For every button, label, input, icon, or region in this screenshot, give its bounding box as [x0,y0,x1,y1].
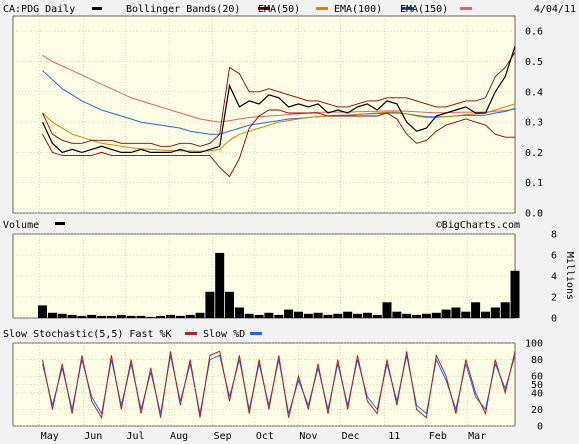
d-legend-swatch [250,332,262,335]
volume-bar [215,252,225,318]
volume-bar [77,315,87,318]
volume-bar [451,307,461,318]
volume-bar [57,313,67,318]
volume-bar [362,312,372,319]
y-tick-label: 8 [551,230,557,241]
volume-bar [441,309,451,318]
x-tick-label: 11 [388,431,400,442]
stock-chart: 0.00.10.20.30.40.50.6 CA:PDG Daily Bolli… [0,0,579,444]
volume-bar [303,313,313,318]
y-tick-label: 0.3 [525,118,543,129]
volume-bar [353,313,362,318]
volume-bar [284,309,294,318]
volume-bar [294,311,303,318]
volume-bar [372,314,382,318]
y-tick-label: 0.6 [525,27,543,38]
volume-bar [166,314,175,318]
volume-bar [146,316,156,318]
volume-bar [481,311,490,318]
volume-bar [431,312,441,319]
stochastic-label: Slow Stochastic(5,5) Fast %K [3,329,172,340]
x-tick-label: Oct [256,431,274,442]
y-tick-label: 0.5 [525,57,543,68]
x-tick-label: Aug [170,431,188,442]
y-tick-label: 6 [551,251,557,262]
volume-bar [412,314,422,318]
y-tick-label: 0.1 [525,178,543,189]
y-tick-label: 20 [531,405,543,416]
x-tick-label: Feb [429,431,447,442]
y-tick-label: 80 [531,355,543,366]
k-legend-swatch [185,332,197,335]
volume-bar [38,305,47,318]
price-legend: Bollinger Bands(20) EMA(50) EMA(100) EMA(15… [126,4,472,15]
volume-bar [47,312,57,319]
volume-unit-label: Millions [564,252,575,300]
volume-bar [126,315,136,318]
y-tick-label: 0 [537,422,543,433]
legend-label-3: EMA(150) [400,4,448,15]
volume-bar [136,315,146,318]
volume-bar [471,302,481,319]
volume-bar [500,302,510,319]
volume-bar [392,311,402,318]
volume-bar [510,270,520,319]
volume-legend-swatch [55,222,65,225]
legend-swatch-1 [316,7,328,10]
volume-bar [254,314,264,318]
x-tick-label: Jul [126,431,144,442]
x-tick-label: Nov [299,431,317,442]
legend-label-1: EMA(50) [258,4,300,15]
volume-bar [67,314,77,318]
y-tick-label: 0.2 [525,148,543,159]
y-tick-label: 100 [525,339,543,350]
volume-bar [225,291,234,319]
x-tick-label: Sep [214,431,232,442]
y-tick-label: 0 [551,314,557,325]
volume-bar [234,307,244,318]
volume-bar [195,312,205,319]
volume-bar [382,302,392,319]
symbol-label: CA:PDG Daily [3,4,75,15]
price-panel: 0.00.10.20.30.40.50.6 CA:PDG Daily Bolli… [3,4,576,220]
volume-bar [106,315,116,318]
y-tick-label: 60 [531,372,543,383]
volume-bar [421,313,431,318]
stochastic-panel: Slow Stochastic(5,5) Fast %K Slow %D 0 20… [3,329,543,433]
volume-bar [185,314,195,318]
volume-bar [87,314,97,318]
volume-bar [274,314,284,318]
volume-bar [205,291,215,319]
volume-bar [97,315,107,318]
volume-bar [461,311,471,318]
price-legend-swatch [92,7,102,10]
y-tick-label: 2 [551,293,557,304]
x-tick-label: May [41,431,59,442]
y-tick-label: 4 [551,272,557,283]
volume-bar [402,313,412,318]
volume-bar [313,312,323,319]
volume-bar [333,313,343,318]
x-tick-label: Dec [342,431,360,442]
volume-label: Volume [3,220,39,231]
volume-bar [323,314,333,318]
x-tick-label: Jun [84,431,102,442]
volume-bar [264,312,274,319]
volume-bar [116,314,126,318]
y-tick-label: 0.4 [525,87,543,98]
stochastic-k-label: Slow %D [203,329,245,340]
volume-bar [175,315,185,318]
legend-label-0: Bollinger Bands(20) [126,4,240,15]
volume-bar [343,311,353,318]
legend-swatch-3 [460,7,472,10]
date-label: 4/04/11 [534,4,576,15]
volume-bar [490,307,500,318]
watermark: ©BigCharts.com [436,220,520,231]
x-tick-label: Mar [468,431,486,442]
volume-bar [244,313,254,318]
volume-bar [156,315,166,318]
legend-label-2: EMA(100) [334,4,382,15]
